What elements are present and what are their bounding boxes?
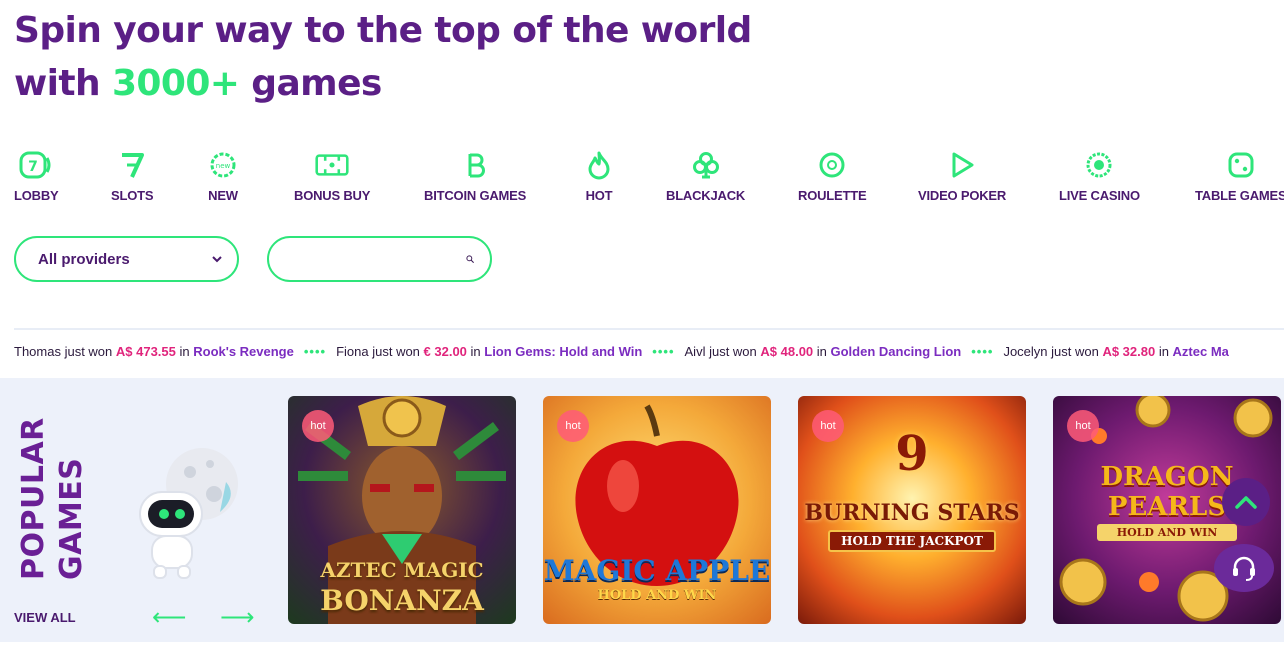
- ticker-item: Thomas just won A$ 473.55 in Rook's Reve…: [14, 344, 294, 359]
- category-label: TABLE GAMES: [1195, 188, 1284, 203]
- game-card-burning-stars[interactable]: hot 9 BURNING STARS HOLD THE JACKPOT: [798, 396, 1026, 624]
- category-label: HOT: [585, 188, 613, 203]
- ticker-game-link[interactable]: Golden Dancing Lion: [831, 344, 962, 359]
- dice-icon: [1224, 148, 1258, 182]
- category-label: VIDEO POKER: [918, 188, 1007, 203]
- category-label: BLACKJACK: [666, 188, 746, 203]
- category-new[interactable]: new NEW: [206, 148, 240, 203]
- popular-games-section: POPULAR GAMES VIEW ALL ⟵ ⟶ hot AZTEC MAG…: [0, 378, 1284, 642]
- category-live-casino[interactable]: LIVE CASINO: [1059, 148, 1140, 203]
- ticker-item: Fiona just won € 32.00 in Lion Gems: Hol…: [336, 344, 643, 359]
- support-chat-button[interactable]: [1214, 544, 1274, 592]
- provider-select[interactable]: All providers: [14, 236, 239, 282]
- hero-accent-count: 3000+: [111, 63, 240, 104]
- play-icon: [945, 148, 979, 182]
- game-subtitle: BONANZA: [320, 584, 484, 617]
- ticker-item: Aivl just won A$ 48.00 in Golden Dancing…: [684, 344, 962, 359]
- category-nav: 7 LOBBY SLOTS new NEW BONUS BUY BITCOIN …: [0, 148, 1284, 208]
- game-subtitle: HOLD AND WIN: [597, 588, 717, 603]
- svg-text:new: new: [216, 162, 231, 170]
- robot-mascot-image: [130, 442, 260, 582]
- hero-heading: Spin your way to the top of the world wi…: [14, 4, 752, 110]
- game-card-magic-apple[interactable]: hot MAGIC APPLE HOLD AND WIN: [543, 396, 771, 624]
- headset-icon: [1233, 556, 1255, 581]
- category-hot[interactable]: HOT: [582, 148, 616, 203]
- scroll-to-top-button[interactable]: [1222, 478, 1270, 526]
- section-title: POPULAR GAMES: [16, 417, 89, 580]
- category-label: ROULETTE: [798, 188, 867, 203]
- divider: [14, 328, 1284, 330]
- game-search[interactable]: [267, 236, 492, 282]
- category-label: BITCOIN GAMES: [424, 188, 527, 203]
- category-video-poker[interactable]: VIDEO POKER: [918, 148, 1006, 203]
- svg-text:7: 7: [28, 159, 38, 175]
- slots-icon: [115, 148, 149, 182]
- category-slots[interactable]: SLOTS: [111, 148, 154, 203]
- category-label: NEW: [208, 188, 238, 203]
- game-subtitle: HOLD AND WIN: [1097, 524, 1237, 541]
- hot-badge: hot: [302, 410, 334, 442]
- category-roulette[interactable]: ROULETTE: [798, 148, 867, 203]
- hot-badge: hot: [557, 410, 589, 442]
- live-casino-icon: [1082, 148, 1116, 182]
- chevron-up-icon: [1235, 496, 1257, 509]
- ticker-separator: ••••: [303, 344, 327, 359]
- club-icon: [689, 148, 723, 182]
- ticker-game-link[interactable]: Lion Gems: Hold and Win: [484, 344, 642, 359]
- category-label: BONUS BUY: [294, 188, 371, 203]
- flame-icon: [582, 148, 616, 182]
- bonus-buy-icon: [315, 148, 349, 182]
- bitcoin-icon: [458, 148, 492, 182]
- roulette-icon: [815, 148, 849, 182]
- category-table-games[interactable]: TABLE GAMES: [1195, 148, 1284, 203]
- game-number: 9: [895, 426, 929, 482]
- category-label: SLOTS: [111, 188, 154, 203]
- game-card-aztec-magic-bonanza[interactable]: hot AZTEC MAGIC BONANZA: [288, 396, 516, 624]
- next-arrow-button[interactable]: ⟶: [220, 606, 254, 630]
- hot-badge: hot: [1067, 410, 1099, 442]
- game-title: MAGIC APPLE: [543, 554, 771, 587]
- category-label: LOBBY: [14, 188, 59, 203]
- ticker-item: Jocelyn just won A$ 32.80 in Aztec Ma: [1003, 344, 1229, 359]
- game-title: BURNING STARS: [804, 500, 1020, 526]
- search-icon[interactable]: [466, 250, 474, 268]
- game-subtitle: HOLD THE JACKPOT: [828, 530, 996, 552]
- hero-line-1: Spin your way to the top of the world: [14, 10, 752, 51]
- prev-arrow-button[interactable]: ⟵: [152, 606, 186, 630]
- game-filters: All providers: [14, 236, 492, 282]
- hero-line-2: with 3000+ games: [14, 63, 382, 104]
- ticker-separator: ••••: [652, 344, 675, 359]
- category-bonus-buy[interactable]: BONUS BUY: [294, 148, 370, 203]
- search-input[interactable]: [285, 244, 466, 274]
- provider-select-value: All providers: [38, 250, 130, 268]
- section-title-line-2: GAMES: [54, 457, 89, 580]
- category-lobby[interactable]: 7 LOBBY: [14, 148, 59, 203]
- section-title-line-1: POPULAR: [16, 417, 51, 580]
- ticker-game-link[interactable]: Rook's Revenge: [193, 344, 294, 359]
- category-label: LIVE CASINO: [1059, 188, 1140, 203]
- game-title: AZTEC MAGIC: [320, 558, 484, 582]
- new-icon: new: [206, 148, 240, 182]
- category-blackjack[interactable]: BLACKJACK: [666, 148, 745, 203]
- view-all-link[interactable]: VIEW ALL: [14, 610, 76, 625]
- ticker-game-link[interactable]: Aztec Ma: [1173, 344, 1229, 359]
- category-bitcoin-games[interactable]: BITCOIN GAMES: [424, 148, 526, 203]
- chevron-down-icon: [212, 256, 222, 263]
- winners-ticker: Thomas just won A$ 473.55 in Rook's Reve…: [14, 344, 1284, 364]
- ticker-separator: ••••: [971, 344, 994, 359]
- lobby-icon: 7: [19, 148, 53, 182]
